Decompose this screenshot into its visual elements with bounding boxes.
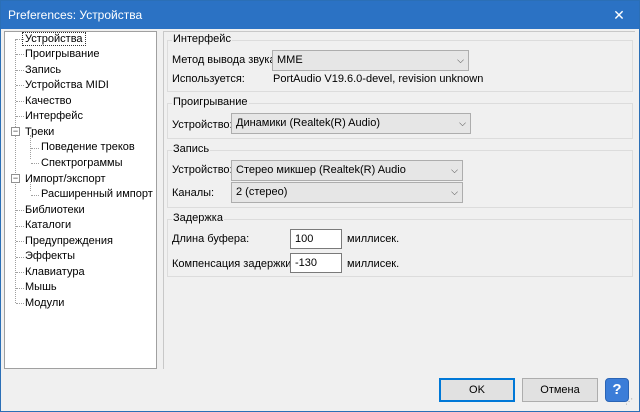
channels-select[interactable]: 2 (стерео) ⌵: [231, 182, 463, 203]
using-value: PortAudio V19.6.0-devel, revision unknow…: [273, 73, 484, 85]
tree-item-label: Модули: [25, 297, 65, 309]
tree-item-label: Предупреждения: [25, 235, 113, 247]
chevron-down-icon: ⌵: [459, 118, 466, 128]
channels-value: 2 (стерео): [236, 186, 288, 198]
tree-item-keyboard[interactable]: Клавиатура: [23, 265, 87, 280]
tree-line: [31, 148, 39, 149]
host-select[interactable]: MME ⌵: [272, 50, 469, 71]
tree-item-label: Треки: [25, 126, 55, 138]
chevron-down-icon: ⌵: [451, 187, 458, 197]
compensation-unit: миллисек.: [347, 258, 400, 270]
tree-item-label: Клавиатура: [25, 266, 85, 278]
category-tree[interactable]: − − Устройства Проигрывание Запись Устро…: [4, 31, 157, 369]
using-label: Используется:: [172, 73, 245, 85]
playback-device-select[interactable]: Динамики (Realtek(R) Audio) ⌵: [231, 113, 471, 134]
tree-item-label: Запись: [25, 64, 62, 76]
buffer-length-input[interactable]: 100: [290, 229, 342, 249]
tree-item-label: Устройства: [22, 32, 86, 46]
tree-line: [31, 195, 39, 196]
tree-item-tracks[interactable]: Треки: [23, 125, 56, 140]
tree-line: [15, 39, 16, 303]
playback-device-label: Устройство:: [172, 119, 233, 131]
tree-item-spectrograms[interactable]: Спектрограммы: [39, 156, 125, 171]
tree-item-label: Спектрограммы: [41, 157, 123, 169]
tree-item-playback[interactable]: Проигрывание: [23, 47, 102, 62]
tree-item-modules[interactable]: Модули: [23, 296, 66, 311]
channels-label: Каналы:: [172, 187, 215, 199]
preferences-window: Preferences: Устройства ✕ − − Устройства…: [0, 0, 640, 412]
tree-item-label: Импорт/экспорт: [25, 173, 106, 185]
buffer-unit: миллисек.: [347, 233, 400, 245]
tree-item-label: Расширенный импорт: [41, 188, 153, 200]
tree-item-midi-devices[interactable]: Устройства MIDI: [23, 78, 111, 93]
tree-item-libraries[interactable]: Библиотеки: [23, 203, 87, 218]
ok-button[interactable]: OK: [439, 378, 515, 402]
tree-item-label: Каталоги: [25, 219, 72, 231]
recording-device-value: Стерео микшер (Realtek(R) Audio: [236, 164, 406, 176]
compensation-label: Компенсация задержки:: [172, 258, 295, 270]
recording-group-title: Запись: [172, 143, 211, 155]
tree-item-interface[interactable]: Интерфейс: [23, 109, 85, 124]
resize-grip-icon[interactable]: ⋰: [625, 397, 635, 407]
collapse-icon[interactable]: −: [11, 174, 20, 183]
latency-compensation-input[interactable]: -130: [290, 253, 342, 273]
tree-item-label: Устройства MIDI: [25, 79, 109, 91]
recording-device-select[interactable]: Стерео микшер (Realtek(R) Audio ⌵: [231, 160, 463, 181]
playback-group-title: Проигрывание: [172, 96, 249, 108]
latency-group-title: Задержка: [172, 212, 224, 224]
host-label: Метод вывода звука:: [172, 54, 279, 66]
title-bar[interactable]: Preferences: Устройства ✕: [1, 1, 639, 29]
tree-item-devices[interactable]: Устройства: [22, 32, 86, 47]
tree-item-label: Мышь: [25, 281, 57, 293]
tree-item-directories[interactable]: Каталоги: [23, 218, 73, 233]
tree-item-recording[interactable]: Запись: [23, 63, 63, 78]
tree-item-effects[interactable]: Эффекты: [23, 249, 77, 264]
interface-group-title: Интерфейс: [172, 33, 232, 45]
buffer-label: Длина буфера:: [172, 233, 250, 245]
tree-item-label: Интерфейс: [25, 110, 83, 122]
tree-item-label: Библиотеки: [25, 204, 85, 216]
recording-device-label: Устройство:: [172, 164, 233, 176]
cancel-button[interactable]: Отмена: [522, 378, 598, 402]
tree-item-extended-import[interactable]: Расширенный импорт: [39, 187, 155, 202]
tree-item-label: Проигрывание: [25, 48, 100, 60]
tree-item-label: Качество: [25, 95, 72, 107]
tree-item-label: Поведение треков: [41, 141, 135, 153]
tree-item-import-export[interactable]: Импорт/экспорт: [23, 172, 108, 187]
tree-line: [31, 163, 39, 164]
tree-item-track-behaviors[interactable]: Поведение треков: [39, 140, 137, 155]
host-select-value: MME: [277, 54, 303, 66]
tree-item-mouse[interactable]: Мышь: [23, 280, 59, 295]
tree-item-warnings[interactable]: Предупреждения: [23, 234, 115, 249]
chevron-down-icon: ⌵: [451, 165, 458, 175]
tree-item-quality[interactable]: Качество: [23, 94, 74, 109]
window-title: Preferences: Устройства: [8, 8, 143, 22]
close-icon[interactable]: ✕: [599, 1, 639, 29]
playback-device-value: Динамики (Realtek(R) Audio): [236, 117, 380, 129]
tree-item-label: Эффекты: [25, 250, 76, 262]
chevron-down-icon: ⌵: [457, 55, 464, 65]
collapse-icon[interactable]: −: [11, 127, 20, 136]
